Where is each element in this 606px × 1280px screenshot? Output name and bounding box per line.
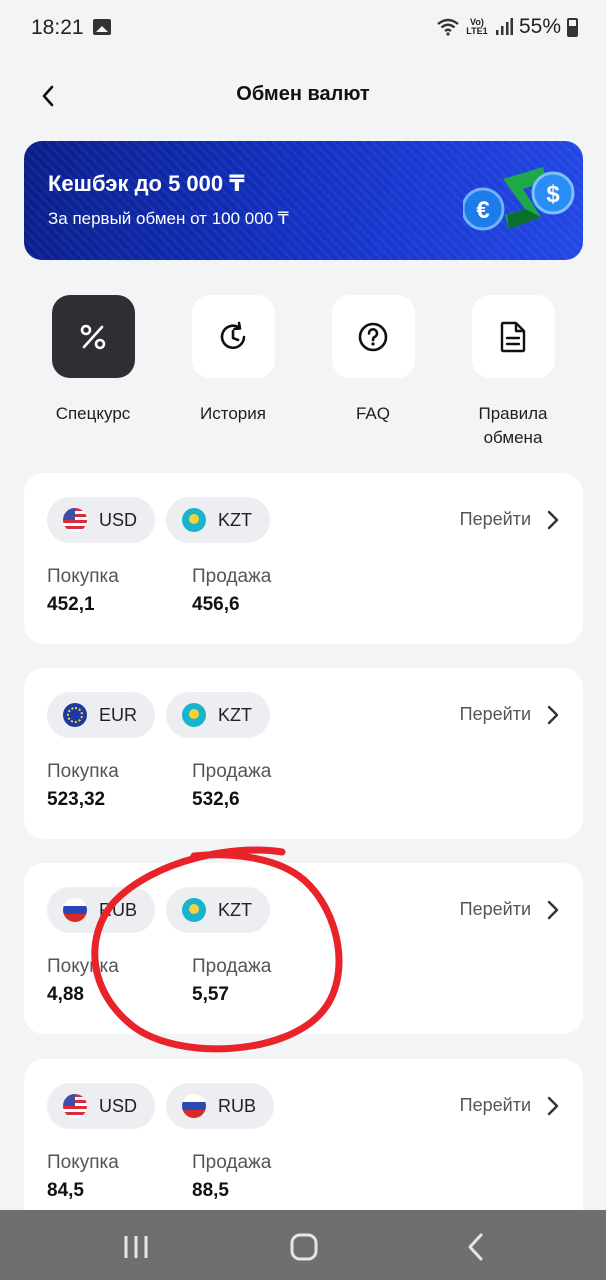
buy-rate: 452,1 <box>47 594 95 615</box>
us-flag-icon <box>63 1094 87 1118</box>
document-icon <box>500 321 526 352</box>
kz-flag-icon <box>182 508 206 532</box>
currency-code: USD <box>99 509 138 530</box>
currency-code: KZT <box>218 509 252 530</box>
chevron-right-icon <box>547 510 559 529</box>
dollar-symbol: $ <box>546 181 560 208</box>
action-label: История <box>200 404 266 423</box>
rate-card-usd-kzt[interactable]: USD KZT Перейти Покупка 452,1 Продажа 45… <box>24 473 583 644</box>
app-header: Обмен валют <box>0 62 606 126</box>
back-nav-icon[interactable] <box>461 1232 491 1262</box>
go-label: Перейти <box>459 1095 531 1115</box>
buy-rate: 4,88 <box>47 984 84 1005</box>
buy-rate: 523,32 <box>47 789 106 810</box>
currency-chip-to[interactable]: KZT <box>166 497 270 543</box>
history-icon <box>220 321 246 349</box>
sell-label: Продажа <box>192 761 272 782</box>
ru-flag-icon <box>182 1094 206 1118</box>
status-time: 18:21 <box>31 16 84 39</box>
action-label: FAQ <box>355 404 390 423</box>
eu-flag-icon <box>63 703 87 727</box>
currency-code: KZT <box>218 704 252 725</box>
annotation-circle <box>91 846 343 1053</box>
special-rate-tile[interactable] <box>51 295 135 378</box>
go-link[interactable]: Перейти <box>460 1095 559 1116</box>
buy-label: Покупка <box>47 761 119 782</box>
currency-chip-from[interactable]: USD <box>47 497 156 543</box>
currency-exchange-illustration: € $ <box>461 159 583 249</box>
chevron-right-icon <box>547 1096 559 1115</box>
currency-code: EUR <box>99 704 138 725</box>
faq-tile[interactable] <box>331 295 415 378</box>
go-label: Перейти <box>459 704 531 724</box>
cashback-banner[interactable]: Кешбэк до 5 000 ₸ За первый обмен от 100… <box>24 141 583 260</box>
home-icon[interactable] <box>289 1232 319 1262</box>
rate-card-usd-rub[interactable]: USD RUB Перейти Покупка 84,5 Продажа 88,… <box>24 1059 583 1230</box>
currency-chip-to[interactable]: KZT <box>166 692 270 738</box>
us-flag-icon <box>63 508 87 532</box>
sell-label: Продажа <box>192 566 272 587</box>
currency-code: RUB <box>218 1095 257 1116</box>
buy-rate: 84,5 <box>47 1180 84 1201</box>
battery-icon <box>567 17 578 37</box>
sell-rate: 532,6 <box>192 789 240 810</box>
chevron-right-icon <box>547 705 559 724</box>
action-label: Спецкурс <box>55 404 131 423</box>
go-link[interactable]: Перейти <box>460 704 559 725</box>
currency-chip-to[interactable]: RUB <box>166 1083 275 1129</box>
rules-tile[interactable] <box>471 295 555 378</box>
system-nav-bar <box>0 1210 606 1280</box>
battery-percent: 55% <box>518 15 561 38</box>
gallery-icon <box>93 19 111 35</box>
question-icon <box>358 322 388 351</box>
chevron-right-icon <box>547 900 559 919</box>
banner-subtitle: За первый обмен от 100 000 ₸ <box>48 209 289 228</box>
euro-symbol: € <box>476 197 489 224</box>
status-bar: 18:21 Vo) LTE1 55% <box>0 0 606 56</box>
buy-label: Покупка <box>47 1152 119 1173</box>
recent-apps-icon[interactable] <box>121 1232 151 1262</box>
sell-label: Продажа <box>192 1152 272 1173</box>
currency-chip-from[interactable]: EUR <box>47 692 156 738</box>
buy-label: Покупка <box>47 566 119 587</box>
signal-icon <box>495 18 513 36</box>
history-tile[interactable] <box>191 295 275 378</box>
percent-icon <box>80 324 106 349</box>
network-label: Vo) LTE1 <box>466 17 488 36</box>
go-label: Перейти <box>459 899 531 919</box>
banner-headline: Кешбэк до 5 000 ₸ <box>48 171 245 196</box>
sell-rate: 88,5 <box>192 1180 229 1201</box>
kz-flag-icon <box>182 703 206 727</box>
currency-chip-from[interactable]: USD <box>47 1083 156 1129</box>
go-link[interactable]: Перейти <box>460 509 559 530</box>
currency-code: USD <box>99 1095 138 1116</box>
action-special-rate[interactable]: Спецкурс <box>33 295 153 426</box>
page-title: Обмен валют <box>236 83 370 105</box>
wifi-icon <box>437 18 459 36</box>
go-link[interactable]: Перейти <box>460 899 559 920</box>
action-rules[interactable]: Правила обмена <box>453 295 573 450</box>
action-label: Правила обмена <box>478 404 548 447</box>
action-history[interactable]: История <box>173 295 293 426</box>
quick-actions: Спецкурс История FAQ Правила обмена <box>24 295 583 455</box>
go-label: Перейти <box>459 509 531 529</box>
action-faq[interactable]: FAQ <box>313 295 433 426</box>
rate-card-eur-kzt[interactable]: EUR KZT Перейти Покупка 523,32 Продажа 5… <box>24 668 583 839</box>
sell-rate: 456,6 <box>192 594 240 615</box>
